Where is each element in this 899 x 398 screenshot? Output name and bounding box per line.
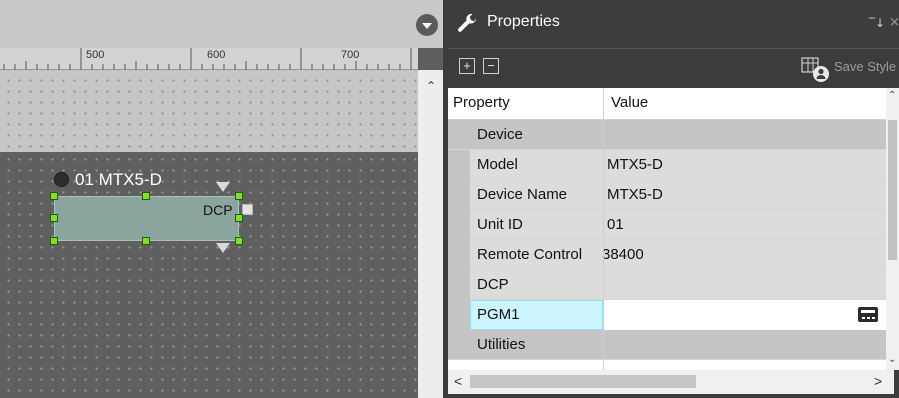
resize-handle-bottom-left[interactable] [50,237,58,245]
scrollbar-thumb[interactable] [470,375,696,388]
property-grid: Property Value Device Model MTX5-D Devic… [448,88,899,370]
canvas-area-upper[interactable] [0,70,418,152]
property-row-unit-id[interactable]: Unit ID 01 [448,210,886,240]
canvas-vertical-scrollbar[interactable]: ⌃ [418,70,443,398]
expand-all-button[interactable]: + [459,58,475,74]
ruler-label-600: 600 [207,49,226,61]
device-status-indicator [54,172,69,187]
property-value: MTX5-D [607,156,663,173]
property-name: DCP [477,276,509,293]
save-style-icon[interactable] [800,55,830,83]
close-icon[interactable]: × [889,15,899,30]
column-divider[interactable] [603,88,604,120]
design-canvas-pane: 500 600 700 ⌃ 01 MTX5-D DCP [0,0,443,398]
scroll-down-icon[interactable]: ⌄ [888,354,896,365]
ruler-label-500: 500 [86,49,105,61]
resize-handle-bottom-center[interactable] [142,237,150,245]
scroll-up-icon[interactable]: ⌃ [888,90,896,101]
property-name: Model [477,156,518,173]
property-value-cell[interactable]: MTX5-D [604,150,886,180]
port-arrow-bottom-icon [216,243,230,253]
resize-handle-top-right[interactable] [235,192,243,200]
properties-title: Properties [487,13,560,30]
column-header-value[interactable]: Value [611,94,648,111]
property-row-dcp[interactable]: DCP [448,270,886,300]
property-value-cell[interactable] [604,270,886,300]
resize-handle-middle-left[interactable] [50,214,58,222]
scroll-left-icon[interactable]: < [454,373,462,389]
horizontal-ruler: 500 600 700 [0,48,418,70]
row-indent [448,300,470,330]
scrollbar-thumb[interactable] [888,120,897,260]
grid-horizontal-scrollbar[interactable]: < > [448,370,894,394]
device-title[interactable]: 01 MTX5-D [75,170,162,190]
property-name: Unit ID [477,216,523,233]
property-name: Remote Control [477,246,583,263]
property-name-cell[interactable]: Device Name [470,180,603,210]
property-row-remote-control[interactable]: Remote Control 38400 [448,240,886,270]
row-indent [448,270,470,300]
property-name-cell[interactable]: Model [470,150,603,180]
column-header-property[interactable]: Property [453,94,510,111]
properties-toolbar: + − Save Style [448,48,899,88]
property-name-cell[interactable]: DCP [470,270,603,300]
category-label: Device [477,126,523,143]
property-name-cell[interactable]: PGM1 [470,300,603,330]
ellipsis-icon[interactable] [858,307,878,322]
ruler-label-700: 700 [341,49,360,61]
property-name: Device Name [477,186,568,203]
pin-icon[interactable]: ‾↓ [869,16,885,30]
property-value-cell[interactable]: MTX5-D [604,180,886,210]
row-indent [448,180,470,210]
property-name: PGM1 [477,306,520,323]
category-row-utilities[interactable]: Utilities [448,330,886,360]
wrench-icon [458,13,476,32]
property-value-cell[interactable]: 01 [604,210,886,240]
row-indent [448,210,470,240]
resize-handle-bottom-right[interactable] [235,237,243,245]
resize-handle-top-center[interactable] [142,192,150,200]
resize-handle-middle-right[interactable] [235,214,243,222]
property-value-cell[interactable] [604,300,886,330]
property-row-pgm1[interactable]: PGM1 [448,300,886,330]
property-row-device-name[interactable]: Device Name MTX5-D [448,180,886,210]
row-indent [448,240,470,270]
property-name-cell[interactable]: Remote Control [470,240,603,270]
property-value: MTX5-D [607,186,663,203]
property-value: 01 [607,216,624,233]
device-port-label: DCP [203,202,233,218]
category-label: Utilities [477,336,526,353]
property-row-model[interactable]: Model MTX5-D [448,150,886,180]
properties-title-bar: Properties ‾↓ × [443,0,899,48]
category-row-device[interactable]: Device [448,120,886,150]
property-value: 38400 [602,246,644,263]
property-value-cell[interactable]: 38400 [602,240,886,270]
properties-pane: Properties ‾↓ × + − Save Style Property … [443,0,899,398]
dcp-port-connector[interactable] [242,204,253,215]
port-arrow-top-icon [216,182,230,192]
row-indent [448,150,470,180]
save-style-label[interactable]: Save Style [834,59,896,74]
grid-vertical-scrollbar[interactable]: ⌃ ⌄ [886,88,899,370]
property-name-cell[interactable]: Unit ID [470,210,603,240]
scroll-up-icon[interactable]: ⌃ [426,80,436,92]
collapse-all-button[interactable]: − [483,58,499,74]
canvas-area[interactable] [0,152,418,398]
canvas-top-bar [0,0,443,48]
scroll-right-icon[interactable]: > [874,373,882,389]
collapse-chevron-icon[interactable] [416,14,438,36]
resize-handle-top-left[interactable] [50,192,58,200]
grid-header: Property Value [448,88,886,120]
column-divider [603,120,604,370]
